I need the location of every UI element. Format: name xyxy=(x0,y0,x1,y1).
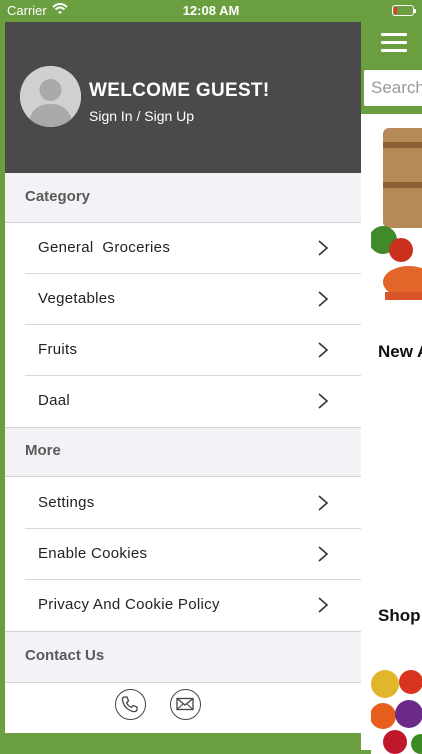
mail-icon[interactable] xyxy=(170,689,201,720)
clock: 12:08 AM xyxy=(182,3,240,18)
menu-item-label: Daal xyxy=(38,392,71,409)
welcome-title: WELCOME GUEST! xyxy=(89,80,270,101)
menu-item-label: Vegetables xyxy=(38,290,116,307)
menu-item-label: Settings xyxy=(38,494,95,511)
menu-item-label: General Groceries xyxy=(38,239,171,256)
menu-item-enable-cookies[interactable]: Enable Cookies xyxy=(25,529,361,580)
status-bar: Carrier 12:08 AM xyxy=(0,0,422,22)
navigation-drawer: WELCOME GUEST! Sign In / Sign Up Categor… xyxy=(5,22,361,733)
menu-item-settings[interactable]: Settings xyxy=(25,478,361,529)
background-screen: Search New A Shop xyxy=(361,22,422,754)
sign-in-link[interactable]: Sign In / Sign Up xyxy=(89,108,194,124)
category-header-label: Category xyxy=(25,188,91,205)
menu-item-vegetables[interactable]: Vegetables xyxy=(25,274,361,325)
more-header-label: More xyxy=(25,442,61,459)
menu-item-label: Fruits xyxy=(38,341,78,358)
vegetable-basket-image[interactable] xyxy=(371,122,422,322)
menu-item-label: Privacy And Cookie Policy xyxy=(38,596,220,613)
menu-item-privacy-policy[interactable]: Privacy And Cookie Policy xyxy=(25,580,361,631)
fruits-image[interactable] xyxy=(371,664,422,754)
contact-section-header: Contact Us xyxy=(5,631,361,683)
chevron-right-icon xyxy=(318,546,329,562)
avatar[interactable] xyxy=(20,66,81,127)
phone-icon[interactable] xyxy=(115,689,146,720)
contact-icons xyxy=(5,683,361,733)
shop-label: Shop xyxy=(378,606,421,625)
chevron-right-icon xyxy=(318,495,329,511)
user-silhouette-icon xyxy=(20,66,81,127)
search-bar: Search xyxy=(361,64,422,114)
menu-item-fruits[interactable]: Fruits xyxy=(25,325,361,376)
chevron-right-icon xyxy=(318,393,329,409)
menu-icon[interactable] xyxy=(381,33,407,53)
menu-item-daal[interactable]: Daal xyxy=(25,376,361,427)
menu-item-general-groceries[interactable]: General Groceries xyxy=(25,223,361,274)
app-header xyxy=(361,22,422,64)
more-section-header: More xyxy=(5,427,361,477)
chevron-right-icon xyxy=(318,342,329,358)
chevron-right-icon xyxy=(318,240,329,256)
search-input[interactable]: Search xyxy=(364,70,422,106)
drawer-header: WELCOME GUEST! Sign In / Sign Up xyxy=(5,22,361,173)
chevron-right-icon xyxy=(318,291,329,307)
chevron-right-icon xyxy=(318,597,329,613)
menu-item-label: Enable Cookies xyxy=(38,545,148,562)
category-section-header: Category xyxy=(5,173,361,223)
new-arrivals-label: New A xyxy=(378,342,422,361)
contact-header-label: Contact Us xyxy=(25,647,105,664)
home-content: New A Shop xyxy=(361,114,422,754)
battery-icon xyxy=(392,5,416,16)
